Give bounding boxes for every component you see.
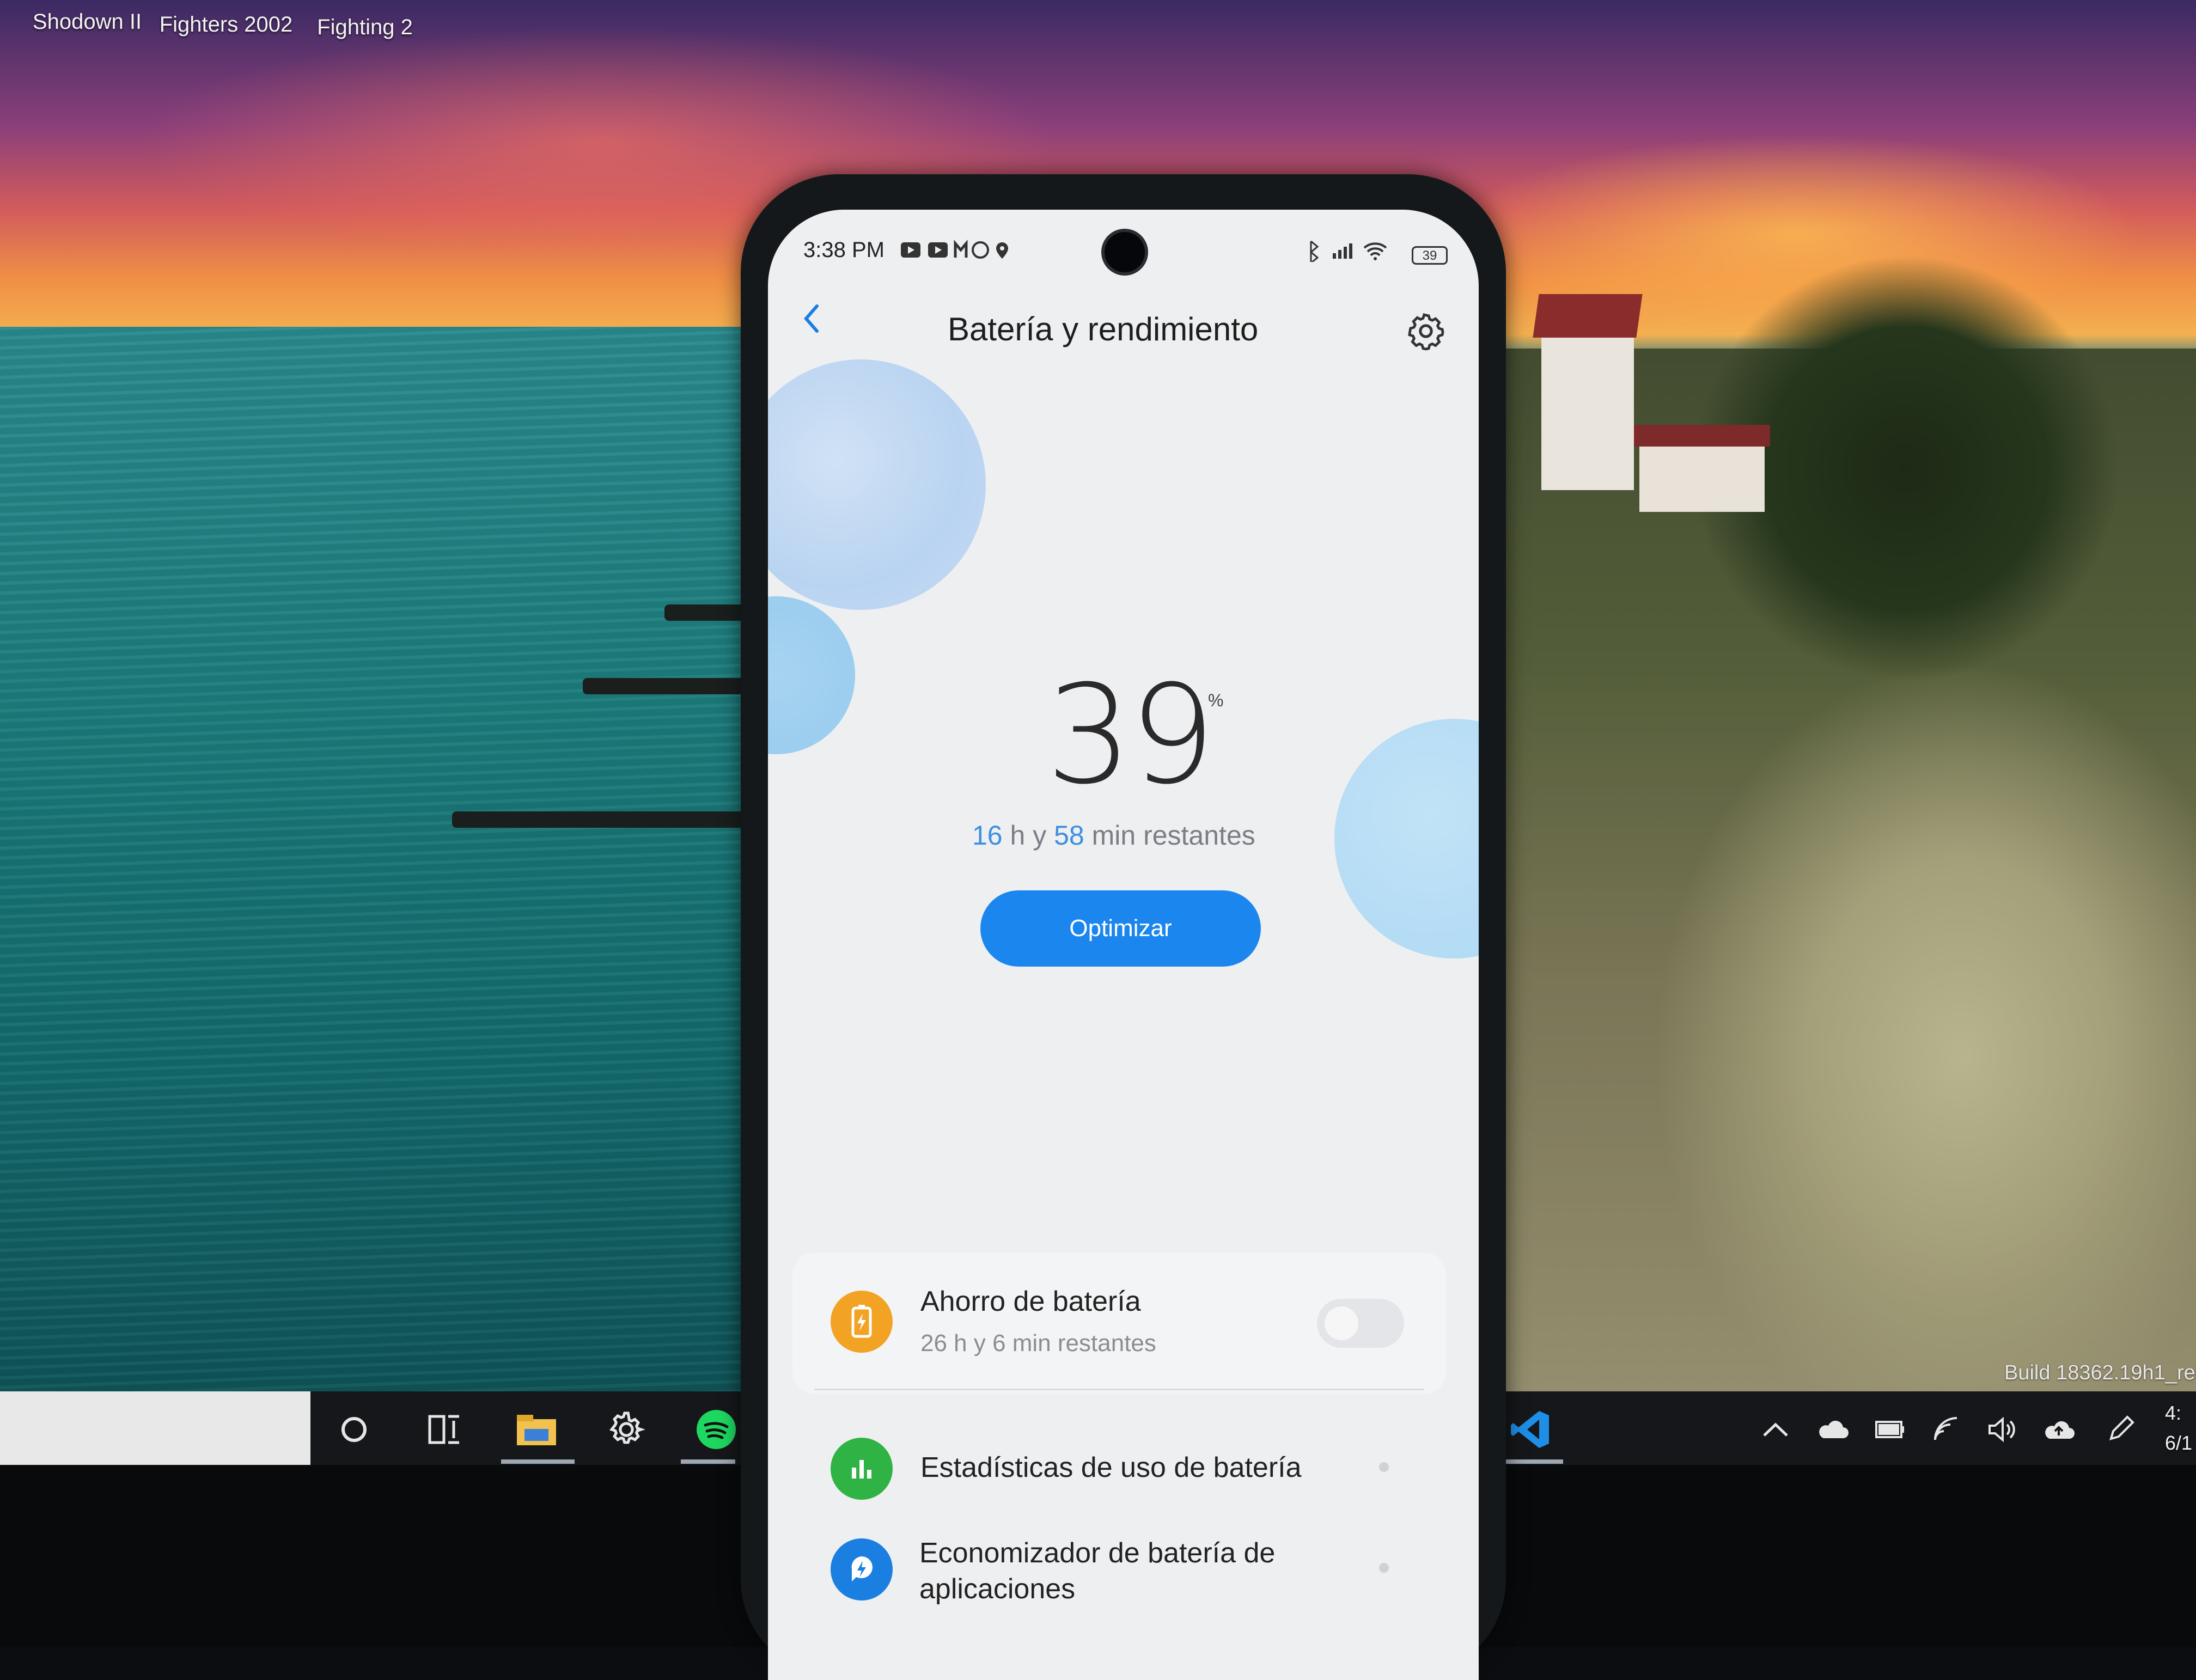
spotify-icon[interactable] [692,1408,741,1451]
pen-icon[interactable] [2102,1413,2140,1446]
percent-sign: % [1208,691,1224,710]
gear-icon[interactable] [1405,310,1447,352]
remaining-minutes: 58 [1054,820,1084,851]
trees [1634,196,2196,904]
app-battery-saver-title-line1[interactable]: Economizador de batería de [919,1537,1275,1569]
battery-icon[interactable] [1871,1413,1909,1446]
task-view-icon[interactable] [419,1410,468,1449]
lighthouse-building [1541,327,1634,490]
chevron-up-icon[interactable] [1759,1413,1792,1446]
battery-usage-stats-title[interactable]: Estadísticas de uso de batería [920,1451,1302,1484]
chevron-dot [1379,1462,1389,1472]
decorative-bubble [1334,719,1479,958]
sea [0,327,762,1394]
onedrive-cloud-icon[interactable] [1814,1413,1852,1446]
pier [583,678,762,694]
vscode-icon[interactable] [1503,1408,1558,1451]
active-app-indicator [501,1459,575,1464]
page-title: Batería y rendimiento [948,311,1259,347]
taskbar-clock-time[interactable]: 4: [2165,1400,2196,1427]
windows-build-watermark: Build 18362.19h1_rel [2004,1361,2196,1384]
cottage [1634,425,1770,512]
taskbar-search-box[interactable] [0,1391,310,1465]
battery-saver-subtitle: 26 h y 6 min restantes [920,1330,1156,1357]
divider [814,1389,1424,1390]
desktop-icon-label[interactable]: Fighting 2 [310,14,419,41]
status-time: 3:38 PM [803,238,884,262]
notification-icons [899,238,1035,267]
status-icons-right [1304,238,1408,267]
decorative-bubble [768,596,855,754]
bolt-icon [831,1538,893,1600]
desktop-icon-label[interactable]: Fighters 2002 [155,11,297,38]
file-explorer-icon[interactable] [512,1408,561,1451]
remaining-separator: h y [1002,820,1054,851]
taskbar-clock-date[interactable]: 6/1 [2165,1429,2196,1457]
remaining-suffix: min restantes [1084,820,1255,851]
decorative-bubble [768,359,986,610]
status-battery-level: 39 [1412,246,1448,265]
optimize-button[interactable]: Optimizar [980,890,1261,967]
battery-saver-title: Ahorro de batería [920,1286,1141,1317]
desktop-icon-label[interactable]: Shodown II [27,8,147,35]
settings-icon[interactable] [602,1408,651,1451]
network-icon[interactable] [1928,1413,1966,1446]
battery-bolt-icon [831,1291,893,1353]
time-remaining: 16 h y 58 min restantes [972,820,1255,851]
battery-saver-toggle[interactable] [1317,1299,1404,1348]
cortana-icon[interactable] [330,1410,379,1449]
volume-icon[interactable] [1982,1413,2021,1446]
pier [452,811,762,828]
battery-percentage: 39 [1046,656,1216,814]
app-battery-saver-title-line2[interactable]: aplicaciones [919,1573,1075,1605]
upload-cloud-icon[interactable] [2040,1413,2078,1446]
bar-chart-icon [831,1438,893,1500]
chevron-dot [1379,1563,1389,1573]
front-camera [1101,229,1148,276]
active-app-indicator [681,1459,735,1464]
remaining-hours: 16 [972,820,1003,851]
back-button[interactable] [801,300,822,344]
